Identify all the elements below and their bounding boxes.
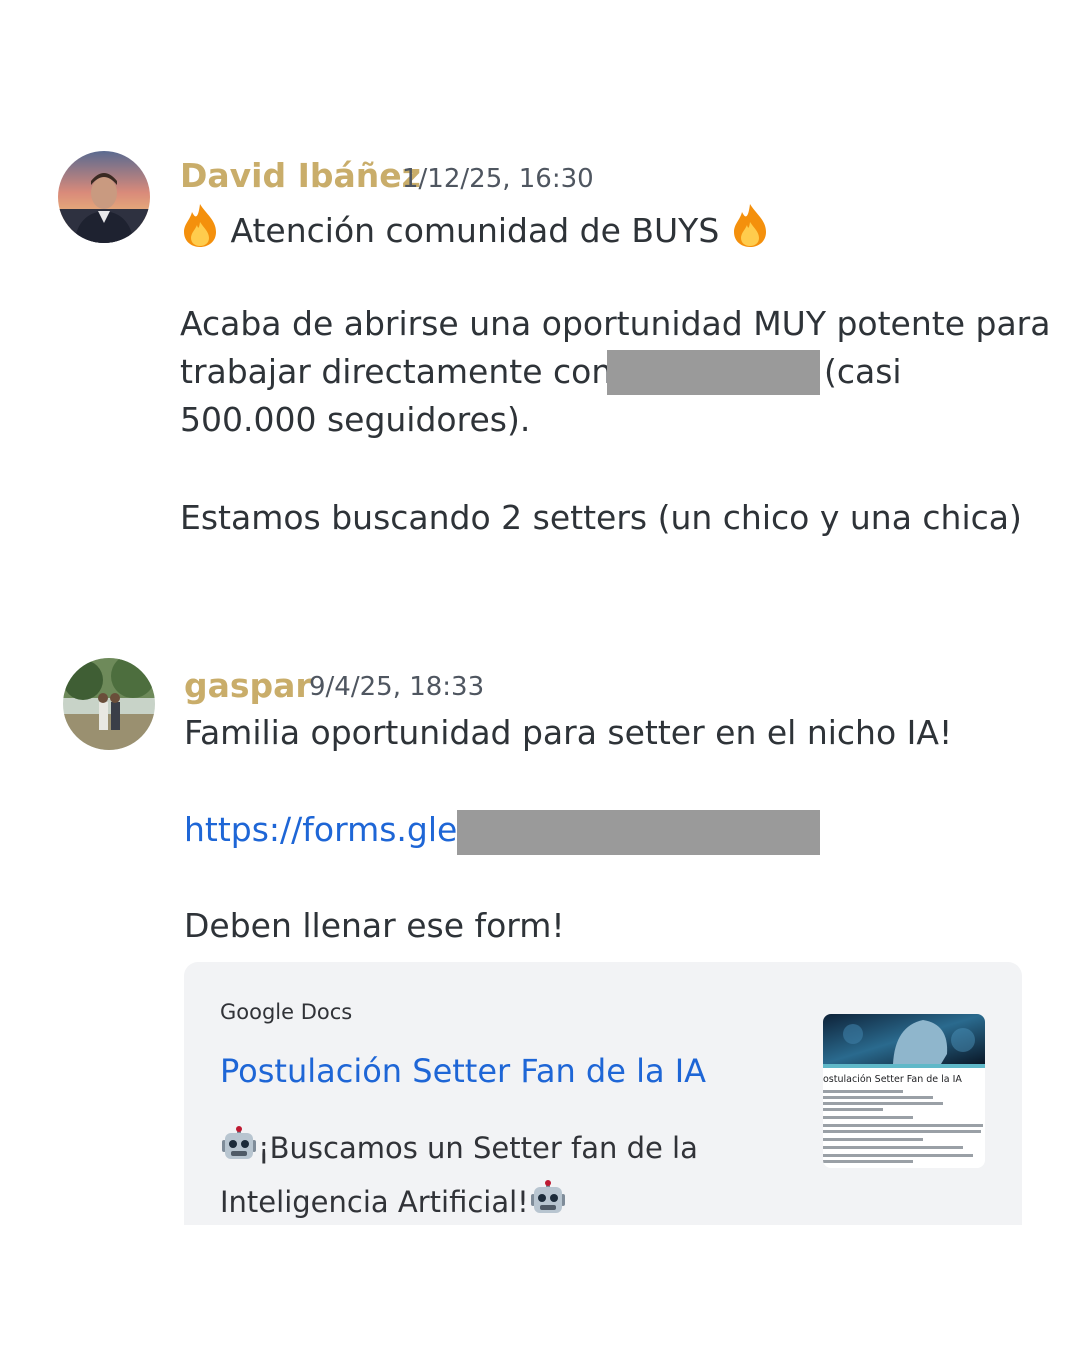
message-text: Acaba de abrirse una oportunidad MUY pot… [180, 304, 1051, 343]
message-line: Atención comunidad de BUYS [180, 202, 770, 261]
message-text: trabajar directamente con [180, 352, 613, 391]
author-name[interactable]: gaspar [184, 666, 312, 705]
embed-thumbnail[interactable]: ostulación Setter Fan de la IA [823, 1014, 985, 1168]
redacted-block [607, 350, 820, 395]
embed-provider[interactable]: Google Docs [220, 1000, 352, 1024]
avatar-david[interactable] [58, 151, 150, 243]
avatar-gaspar[interactable] [63, 658, 155, 750]
message-text: (casi [824, 352, 902, 391]
robot-emoji-icon [529, 1180, 567, 1225]
thumbnail-title: ostulación Setter Fan de la IA [823, 1074, 962, 1085]
embed-title[interactable]: Postulación Setter Fan de la IA [220, 1052, 706, 1090]
form-link[interactable]: https://forms.gle/ [184, 806, 468, 854]
message-text: 500.000 seguidores). [180, 400, 531, 439]
message-timestamp: 9/4/25, 18:33 [309, 672, 485, 702]
embed-description-line: Inteligencia Artificial! [220, 1180, 567, 1225]
message-text: Estamos buscando 2 setters (un chico y u… [180, 498, 1022, 537]
message-text: Familia oportunidad para setter en el ni… [184, 713, 953, 752]
message-timestamp: 1/12/25, 16:30 [402, 164, 594, 194]
avatar-image [58, 151, 150, 243]
embed-description: Inteligencia Artificial! [220, 1185, 529, 1219]
avatar-image [63, 658, 155, 750]
redacted-block [457, 810, 820, 855]
fire-emoji-icon [730, 202, 770, 261]
fire-emoji-icon [180, 202, 220, 261]
embed-description-line: ¡Buscamos un Setter fan de la [220, 1126, 698, 1171]
link-embed-card[interactable]: Google Docs Postulación Setter Fan de la… [184, 962, 1022, 1225]
embed-description: ¡Buscamos un Setter fan de la [258, 1131, 698, 1165]
author-name[interactable]: David Ibáñez [180, 156, 421, 195]
robot-emoji-icon [220, 1126, 258, 1171]
message-text: Deben llenar ese form! [184, 906, 565, 945]
message-text: Atención comunidad de BUYS [230, 211, 720, 250]
